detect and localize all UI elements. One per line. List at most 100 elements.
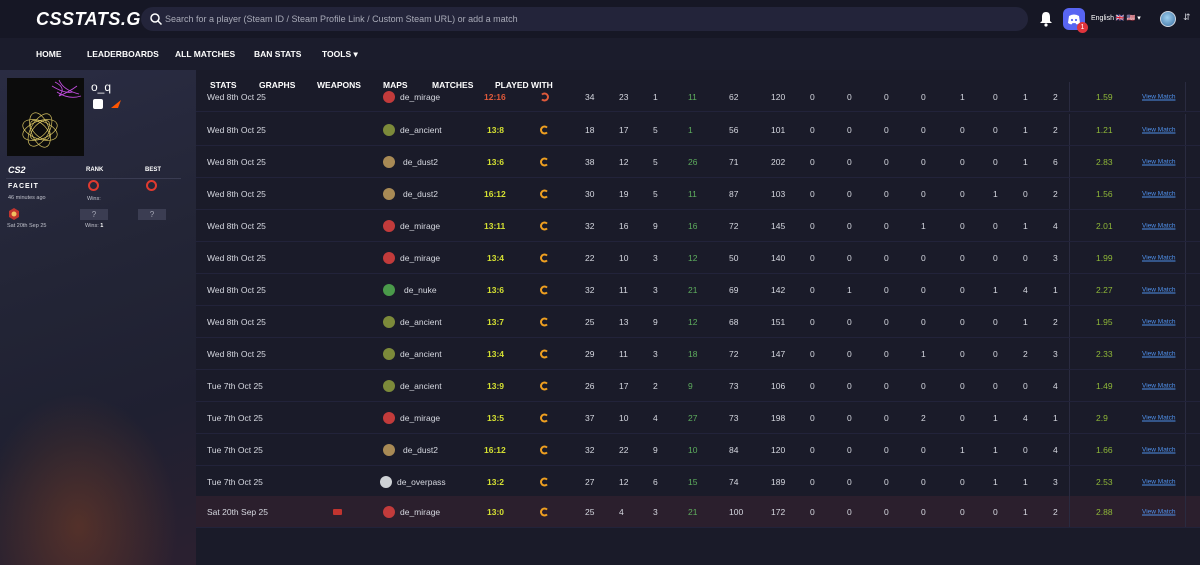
column-divider (1069, 242, 1070, 273)
search-input[interactable] (165, 9, 1015, 29)
nav-ban-stats[interactable]: BAN STATS (254, 49, 301, 59)
stat-d: 10 (619, 412, 629, 423)
match-row[interactable]: Wed 8th Oct 25 de_nuke 13:6 32 11 3 21 69 142 0 1 0… (196, 274, 1200, 306)
stat-s6: 1 (993, 412, 998, 423)
stat-s1: 0 (810, 252, 815, 263)
stat-k: 30 (585, 188, 595, 199)
stat-s6: 0 (993, 252, 998, 263)
stat-s3: 0 (884, 380, 889, 391)
nav-home[interactable]: HOME (36, 49, 62, 59)
stat-s8: 1 (1053, 412, 1058, 423)
main-nav: HOME LEADERBOARDS ALL MATCHES BAN STATS … (0, 38, 1200, 70)
stat-adr: 69 (729, 284, 739, 295)
nav-leaderboards[interactable]: LEADERBOARDS (87, 49, 159, 59)
stat-a: 5 (653, 124, 658, 135)
stat-k: 32 (585, 444, 595, 455)
view-match-link[interactable]: View Match (1142, 446, 1175, 453)
match-row[interactable]: Wed 8th Oct 25 de_ancient 13:4 29 11 3 18 72 147… (196, 338, 1200, 370)
site-logo[interactable]: CSSTATS.GG (36, 9, 155, 30)
match-row[interactable]: Wed 8th Oct 25 de_mirage 13:4 22 10 3 12 50 140 0… (196, 242, 1200, 274)
view-match-link[interactable]: View Match (1142, 478, 1175, 485)
stat-a: 4 (653, 412, 658, 423)
match-score: 16:12 (484, 188, 506, 199)
match-row[interactable]: Tue 7th Oct 25 de_overpass 13:2 27 12 6 15 74 18… (196, 466, 1200, 498)
stat-s6: 1 (993, 284, 998, 295)
map-name: de_mirage (400, 252, 441, 263)
stat-hs: 9 (688, 380, 693, 391)
match-row[interactable]: Tue 7th Oct 25 de_mirage 13:5 37 10 4 27 73 198 0… (196, 402, 1200, 434)
column-divider (1069, 178, 1070, 209)
user-avatar[interactable] (1160, 11, 1176, 27)
result-gauge-icon (540, 445, 549, 454)
match-row[interactable]: Wed 8th Oct 25 de_dust2 16:12 30 19 5 11 87 103 0… (196, 178, 1200, 210)
notification-badge: 1 (1077, 22, 1088, 33)
stat-adr: 50 (729, 252, 739, 263)
stat-s2: 0 (847, 316, 852, 327)
view-match-link[interactable]: View Match (1142, 286, 1175, 293)
map-name: de_nuke (404, 284, 437, 295)
stat-a: 9 (653, 316, 658, 327)
view-match-link[interactable]: View Match (1142, 350, 1175, 357)
view-match-link[interactable]: View Match (1142, 93, 1175, 100)
discord-button[interactable]: 1 (1063, 8, 1088, 33)
stat-s8: 2 (1053, 316, 1058, 327)
stat-s2: 0 (847, 91, 852, 102)
match-date: Wed 8th Oct 25 (207, 316, 266, 327)
map-icon (383, 283, 395, 296)
view-match-link[interactable]: View Match (1142, 158, 1175, 165)
result-gauge-icon (540, 317, 549, 326)
view-match-link[interactable]: View Match (1142, 382, 1175, 389)
nav-all-matches[interactable]: ALL MATCHES (175, 49, 235, 59)
stat-d: 19 (619, 188, 629, 199)
view-match-link[interactable]: View Match (1142, 222, 1175, 229)
map-icon (383, 411, 395, 424)
stat-k: 32 (585, 284, 595, 295)
stat-s1: 0 (810, 348, 815, 359)
stat-dmg: 120 (771, 444, 786, 455)
stat-d: 4 (619, 506, 624, 517)
faceit-logo: FACEIT (8, 183, 39, 190)
stat-dmg: 142 (771, 284, 786, 295)
map-icon (383, 123, 395, 136)
view-match-link[interactable]: View Match (1142, 126, 1175, 133)
match-row[interactable]: Tue 7th Oct 25 de_dust2 16:12 32 22 9 10 84 120 0… (196, 434, 1200, 466)
match-row[interactable]: Wed 8th Oct 25 de_ancient 13:7 25 13 9 12 68 151… (196, 306, 1200, 338)
match-row[interactable]: Wed 8th Oct 25 de_dust2 13:6 38 12 5 26 71 202 0 0… (196, 146, 1200, 178)
stat-rating: 2.83 (1096, 156, 1113, 167)
profile-sidebar: o_q CS2 RANK BEST FACEIT 46 minutes ago … (0, 70, 196, 565)
stat-d: 10 (619, 252, 629, 263)
stat-s1: 0 (810, 188, 815, 199)
view-match-link[interactable]: View Match (1142, 190, 1175, 197)
match-row[interactable]: Tue 7th Oct 25 de_ancient 13:9 26 17 2 9 73 106 0… (196, 370, 1200, 402)
match-row[interactable]: Sat 20th Sep 25 de_mirage 13:0 25 4 3 21 100 172… (196, 496, 1200, 528)
notification-bell-icon[interactable] (1038, 10, 1054, 28)
search-icon (150, 13, 163, 26)
nav-tools[interactable]: TOOLS ▾ (322, 49, 358, 60)
stat-d: 17 (619, 124, 629, 135)
result-gauge-icon (540, 507, 549, 516)
faceit-profile-icon[interactable] (111, 100, 121, 109)
match-row[interactable]: Wed 8th Oct 25 de_ancient 13:8 18 17 5 1 56 101 0… (196, 114, 1200, 146)
match-date: Wed 8th Oct 25 (207, 252, 266, 263)
stat-k: 32 (585, 220, 595, 231)
view-match-link[interactable]: View Match (1142, 508, 1175, 515)
view-match-link[interactable]: View Match (1142, 414, 1175, 421)
language-selector[interactable]: English 🇬🇧 🇺🇸 ▾ (1091, 14, 1141, 22)
stat-dmg: 202 (771, 156, 786, 167)
steam-profile-icon[interactable] (93, 99, 103, 109)
match-score: 13:11 (484, 220, 506, 231)
column-divider (1069, 146, 1070, 177)
map-name: de_dust2 (403, 156, 438, 167)
stat-dmg: 151 (771, 316, 786, 327)
stat-s8: 4 (1053, 444, 1058, 455)
user-menu-icon[interactable]: ⇵ (1183, 12, 1191, 23)
match-date: Wed 8th Oct 25 (207, 348, 266, 359)
search-bar[interactable] (141, 7, 1028, 31)
view-match-link[interactable]: View Match (1142, 254, 1175, 261)
stat-s8: 2 (1053, 188, 1058, 199)
stat-s1: 0 (810, 506, 815, 517)
stat-s2: 0 (847, 412, 852, 423)
view-match-link[interactable]: View Match (1142, 318, 1175, 325)
match-row[interactable]: Wed 8th Oct 25 de_mirage 13:11 32 16 9 16 72 145… (196, 210, 1200, 242)
match-row[interactable]: Wed 8th Oct 25 de_mirage 12:16 34 23 1 11 62 120… (196, 82, 1200, 112)
